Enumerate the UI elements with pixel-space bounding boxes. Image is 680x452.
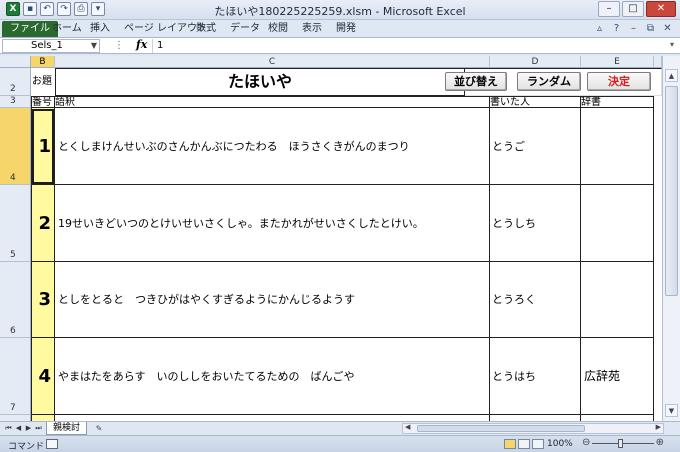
- column-header-d[interactable]: D: [490, 56, 581, 68]
- zoom-knob[interactable]: [618, 439, 623, 448]
- name-box[interactable]: Sels_1 ▼: [2, 39, 100, 53]
- workbook-minimize-icon[interactable]: –: [627, 22, 640, 35]
- zoom-in-icon[interactable]: ⊕: [656, 437, 664, 448]
- entry-author[interactable]: とうはち: [490, 338, 581, 415]
- entry-number[interactable]: 3: [31, 262, 55, 338]
- entry-definition[interactable]: としをとると つきひがはやくすぎるようにかんじるようす: [55, 262, 490, 338]
- page-layout-view-icon[interactable]: [518, 439, 530, 449]
- entry-definition[interactable]: やまはたをあらす いのししをおいたてるための ばんごや: [55, 338, 490, 415]
- column-header-c[interactable]: C: [55, 56, 490, 68]
- entry-dictionary[interactable]: [581, 185, 654, 262]
- insert-sheet-icon[interactable]: ✎: [92, 423, 106, 434]
- window-title: たほいや180225225259.xlsm - Microsoft Excel: [214, 5, 466, 18]
- row-header-7[interactable]: 7: [0, 338, 31, 415]
- window-controls: – □ ✕: [598, 1, 676, 17]
- status-mode: コマンド: [8, 442, 45, 452]
- column-header-b[interactable]: B: [31, 56, 55, 68]
- zoom-out-icon[interactable]: ⊖: [582, 437, 590, 448]
- header-number: 番号: [31, 96, 55, 108]
- horizontal-scroll-thumb[interactable]: [417, 425, 585, 432]
- entry-author[interactable]: とうしち: [490, 185, 581, 262]
- entry-number[interactable]: 4: [31, 338, 55, 415]
- sheet-tabs-bar: ⏮ ◀ ▶ ⏭ 親検討 ✎ ◀ ▶: [0, 421, 680, 435]
- tab-insert[interactable]: 挿入: [84, 21, 116, 37]
- sheet-nav-buttons: ⏮ ◀ ▶ ⏭: [4, 423, 43, 434]
- vertical-scroll-thumb[interactable]: [665, 86, 678, 296]
- formula-bar: Sels_1 ▼ ⋮ fx 1 ▾: [0, 38, 680, 54]
- help-icon[interactable]: ?: [610, 22, 623, 35]
- ribbon-tabs: ファイル ホーム 挿入 ページ レイアウト 数式 データ 校閲 表示 開発 ▵ …: [0, 20, 680, 38]
- next-sheet-icon[interactable]: ▶: [24, 423, 33, 434]
- normal-view-icon[interactable]: [504, 439, 516, 449]
- zoom-track: [592, 443, 654, 444]
- scroll-up-icon[interactable]: ▲: [665, 69, 678, 82]
- workbook-restore-icon[interactable]: ⧉: [644, 22, 657, 35]
- random-button[interactable]: ランダム: [517, 72, 581, 91]
- zoom-level[interactable]: 100%: [547, 439, 573, 449]
- zoom-slider[interactable]: ⊖ ⊕: [582, 437, 664, 448]
- scroll-left-icon[interactable]: ◀: [405, 423, 410, 431]
- worksheet-grid: お題 たほいや 並び替え ランダム 決定 番号 語釈 書いた人 辞書 1 とくし…: [31, 68, 662, 421]
- page-break-view-icon[interactable]: [532, 439, 544, 449]
- scroll-down-icon[interactable]: ▼: [665, 404, 678, 417]
- minimize-ribbon-icon[interactable]: ▵: [593, 22, 606, 35]
- name-box-value: Sels_1: [31, 40, 63, 51]
- first-sheet-icon[interactable]: ⏮: [4, 423, 13, 434]
- formula-input[interactable]: 1: [152, 39, 666, 53]
- entry-definition[interactable]: 19せいきどいつのとけいせいさくしゃ。またかれがせいさくしたとけい。: [55, 185, 490, 262]
- game-title: たほいや: [55, 68, 465, 96]
- header-author: 書いた人: [490, 96, 581, 108]
- row-header-2[interactable]: 2: [0, 68, 31, 96]
- header-definition: 語釈: [55, 96, 490, 108]
- workbook-close-icon[interactable]: ✕: [661, 22, 674, 35]
- tab-formulas[interactable]: 数式: [190, 21, 222, 37]
- formula-separator: ⋮: [114, 40, 124, 51]
- horizontal-scrollbar[interactable]: ◀ ▶: [402, 423, 664, 434]
- tab-review[interactable]: 校閲: [262, 21, 294, 37]
- minimize-button[interactable]: –: [598, 1, 620, 17]
- status-bar: コマンド 100% ⊖ ⊕: [0, 435, 680, 452]
- row-header-3[interactable]: 3: [0, 96, 31, 108]
- chevron-down-icon[interactable]: ▼: [91, 40, 97, 52]
- insert-function-icon[interactable]: fx: [136, 38, 147, 51]
- column-header-f[interactable]: [654, 56, 662, 68]
- entry-dictionary[interactable]: [581, 262, 654, 338]
- decide-button[interactable]: 決定: [587, 72, 651, 91]
- sheet-tab[interactable]: 親検討: [46, 422, 88, 435]
- expand-formula-bar-icon[interactable]: ▾: [670, 40, 674, 49]
- row-header-5[interactable]: 5: [0, 185, 31, 262]
- column-header-e[interactable]: E: [581, 56, 654, 68]
- tab-home[interactable]: ホーム: [46, 21, 88, 37]
- sort-button[interactable]: 並び替え: [445, 72, 507, 91]
- view-buttons: [504, 439, 544, 449]
- odai-label: お題: [32, 76, 52, 87]
- prev-sheet-icon[interactable]: ◀: [14, 423, 23, 434]
- macro-record-icon[interactable]: [46, 439, 58, 449]
- ribbon-right-controls: ▵ ? – ⧉ ✕: [593, 22, 674, 35]
- entry-dictionary[interactable]: [581, 108, 654, 185]
- title-bar: X ▪ ↶ ↷ ⎙ ▾ たほいや180225225259.xlsm - Micr…: [0, 0, 680, 20]
- row-header-6[interactable]: 6: [0, 262, 31, 338]
- header-dictionary: 辞書: [581, 96, 654, 108]
- row-header-4[interactable]: 4: [0, 108, 31, 185]
- tab-developer[interactable]: 開発: [330, 21, 362, 37]
- entry-definition[interactable]: とくしまけんせいぶのさんかんぶにつたわる ほうさくきがんのまつり: [55, 108, 490, 185]
- scroll-right-icon[interactable]: ▶: [656, 423, 661, 431]
- close-button[interactable]: ✕: [646, 1, 676, 17]
- entry-dictionary[interactable]: 広辞苑: [581, 338, 654, 415]
- entry-number[interactable]: 1: [31, 108, 55, 185]
- entry-author[interactable]: とうろく: [490, 262, 581, 338]
- tab-view[interactable]: 表示: [296, 21, 328, 37]
- select-all-corner[interactable]: [0, 56, 31, 68]
- last-sheet-icon[interactable]: ⏭: [34, 423, 43, 434]
- maximize-button[interactable]: □: [622, 1, 644, 17]
- tab-data[interactable]: データ: [224, 21, 266, 37]
- entry-author[interactable]: とうご: [490, 108, 581, 185]
- vertical-scrollbar[interactable]: ▲ ▼: [662, 56, 680, 421]
- entry-number[interactable]: 2: [31, 185, 55, 262]
